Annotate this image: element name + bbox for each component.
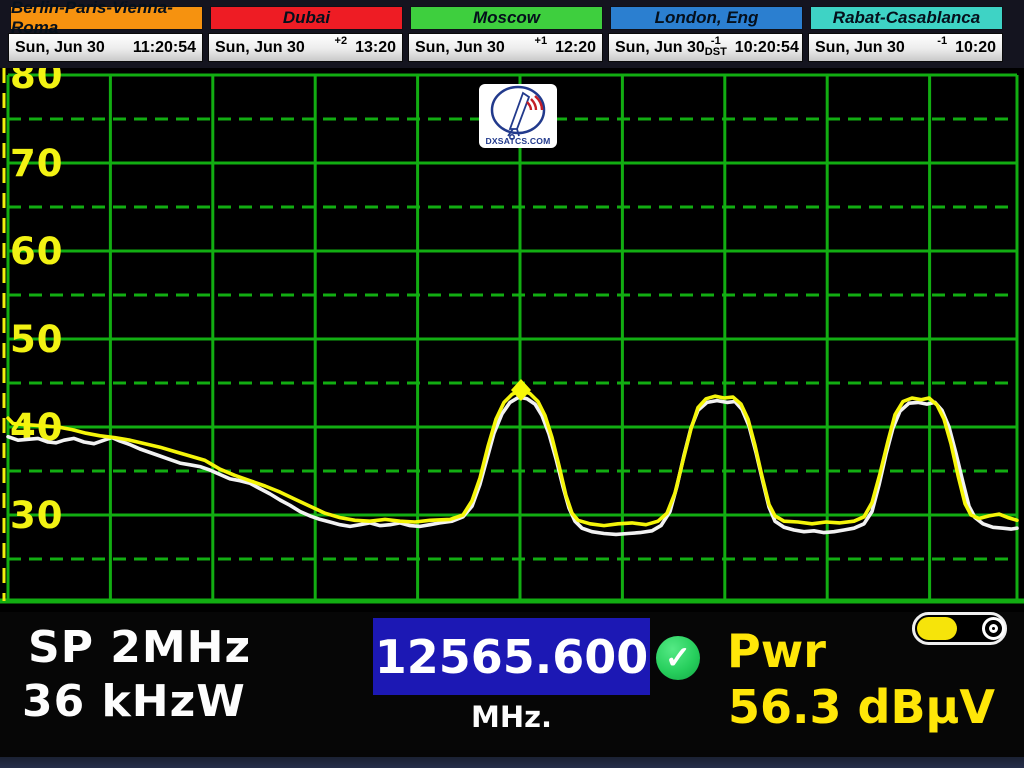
dxsatcs-logo: DXSATCS.COM	[479, 84, 557, 148]
bandwidth-label: 36 kHzW	[22, 680, 246, 724]
logo-text: DXSATCS.COM	[485, 136, 550, 146]
time-label: 13:20	[355, 39, 396, 57]
city-tab-label: Dubai	[283, 8, 330, 28]
time-label: 11:20:54	[133, 39, 196, 57]
city-tab-dubai[interactable]: Dubai	[210, 6, 403, 30]
time-cell-rabat: Sun, Jun 30 -1 10:20	[808, 33, 1003, 62]
time-label: 12:20	[555, 39, 596, 57]
offset-tag: DST	[705, 47, 727, 58]
svg-text:30: 30	[10, 494, 64, 537]
time-cell-moscow: Sun, Jun 30 +1 12:20	[408, 33, 603, 62]
spectrum-analyzer-screen: Berlin-Paris-Vienna-Roma Dubai Moscow Lo…	[0, 0, 1024, 768]
city-tab-label: Rabat-Casablanca	[833, 8, 980, 28]
city-tab-label: Moscow	[473, 8, 540, 28]
utc-offset: +1	[535, 34, 548, 61]
span-label: SP 2MHz	[28, 626, 251, 670]
svg-text:50: 50	[10, 318, 64, 361]
time-cell-dubai: Sun, Jun 30 +2 13:20	[208, 33, 403, 62]
city-tab-moscow[interactable]: Moscow	[410, 6, 603, 30]
city-times-row: Sun, Jun 30 11:20:54 Sun, Jun 30 +2 13:2…	[8, 33, 1003, 62]
bottom-status-strip	[0, 757, 1024, 768]
date-label: Sun, Jun 30	[15, 39, 105, 57]
city-tab-rabat[interactable]: Rabat-Casablanca	[810, 6, 1003, 30]
city-tabs: Berlin-Paris-Vienna-Roma Dubai Moscow Lo…	[10, 6, 1003, 30]
offset-value: +2	[335, 36, 348, 47]
time-cell-london: Sun, Jun 30 -1DST 10:20:54	[608, 33, 803, 62]
time-label: 10:20:54	[735, 39, 799, 57]
footer-panel: SP 2MHz 36 kHzW 12565.600 MHz. ✓ Pwr 56.…	[0, 612, 1024, 757]
offset-value: -1	[937, 36, 947, 47]
city-tab-label: London, Eng	[655, 8, 759, 28]
power-label: Pwr	[727, 628, 826, 674]
city-tab-london[interactable]: London, Eng	[610, 6, 803, 30]
utc-offset: +2	[335, 34, 348, 61]
toggle-dial-icon	[982, 617, 1005, 640]
toggle-knob-icon	[917, 617, 957, 640]
lock-check-icon: ✓	[656, 636, 700, 680]
utc-offset: -1	[937, 34, 947, 61]
time-label: 10:20	[955, 39, 996, 57]
date-label: Sun, Jun 30	[415, 39, 505, 57]
check-glyph: ✓	[665, 640, 691, 676]
svg-text:70: 70	[10, 142, 64, 185]
power-value: 56.3 dBµV	[655, 684, 995, 730]
satellite-dish-icon: DXSATCS.COM	[479, 84, 557, 148]
frequency-value: 12565.600	[375, 630, 649, 684]
world-clock-bar: Berlin-Paris-Vienna-Roma Dubai Moscow Lo…	[0, 0, 1024, 68]
date-label: Sun, Jun 30	[215, 39, 305, 57]
utc-offset: -1DST	[705, 34, 727, 61]
spectrum-plot: 807060504030	[0, 68, 1024, 612]
svg-text:80: 80	[10, 68, 64, 97]
date-label: Sun, Jun 30	[615, 39, 705, 57]
date-label: Sun, Jun 30	[815, 39, 905, 57]
time-cell-berlin: Sun, Jun 30 11:20:54	[8, 33, 203, 62]
svg-text:60: 60	[10, 230, 64, 273]
power-toggle[interactable]	[912, 612, 1007, 645]
frequency-unit-label: MHz.	[373, 700, 650, 734]
frequency-display[interactable]: 12565.600	[373, 618, 650, 695]
city-tab-berlin[interactable]: Berlin-Paris-Vienna-Roma	[10, 6, 203, 30]
offset-value: +1	[535, 36, 548, 47]
